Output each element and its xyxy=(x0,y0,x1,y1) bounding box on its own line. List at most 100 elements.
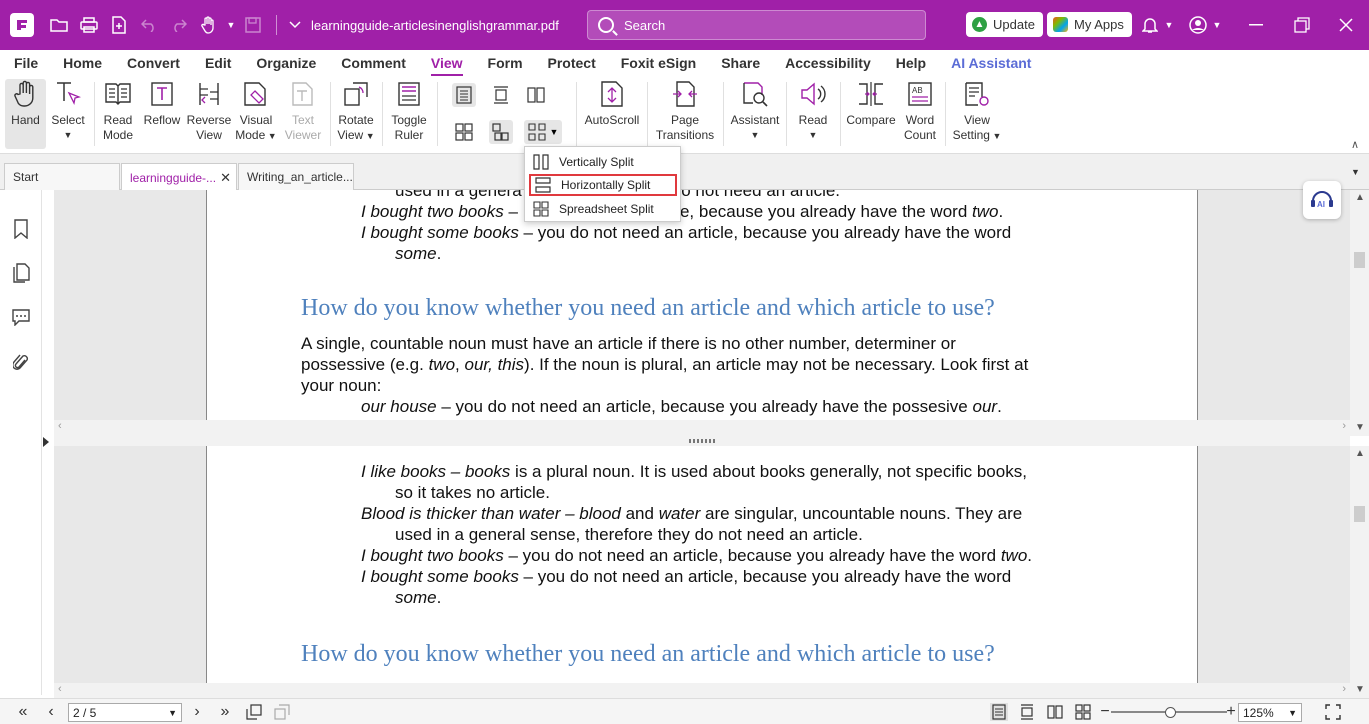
attachment-icon[interactable] xyxy=(11,352,31,374)
redo-icon[interactable] xyxy=(164,10,194,40)
tab-learningguide[interactable]: learningguide-... ✕ xyxy=(121,163,237,191)
select-button[interactable]: Select ▼ xyxy=(49,79,87,149)
previous-page-icon[interactable]: ‹ xyxy=(42,703,60,721)
undo-icon[interactable] xyxy=(134,10,164,40)
last-page-icon[interactable]: » xyxy=(216,703,234,721)
horizontally-split-item[interactable]: Horizontally Split xyxy=(529,174,677,196)
new-document-icon[interactable] xyxy=(104,10,134,40)
scroll-right-icon[interactable]: › xyxy=(1342,683,1346,695)
zoom-slider-thumb[interactable] xyxy=(1165,707,1176,718)
scroll-up-icon[interactable]: ▲ xyxy=(1355,192,1365,203)
search-input[interactable]: Search xyxy=(587,10,926,40)
menu-view[interactable]: View xyxy=(430,55,463,76)
chevron-down-icon[interactable]: ▼ xyxy=(1210,0,1224,50)
reverse-view-button[interactable]: Reverse View xyxy=(187,79,231,149)
rotate-view-button[interactable]: Rotate View ▼ xyxy=(335,79,377,149)
close-icon[interactable] xyxy=(1323,0,1369,50)
text-viewer-button[interactable]: Text Viewer xyxy=(282,79,324,149)
menu-ai-assistant[interactable]: AI Assistant xyxy=(951,55,1031,71)
menu-file[interactable]: File xyxy=(14,55,38,71)
vertical-scrollbar-top[interactable]: ▲ ▼ xyxy=(1350,190,1369,436)
my-apps-button[interactable]: My Apps xyxy=(1047,12,1132,37)
read-aloud-button[interactable]: Read ▼ xyxy=(792,79,834,149)
separate-cover-icon[interactable] xyxy=(489,120,513,144)
vertically-split-item[interactable]: Vertically Split xyxy=(529,151,677,173)
print-icon[interactable] xyxy=(74,10,104,40)
next-page-icon[interactable]: › xyxy=(188,703,206,721)
horizontal-scrollbar-bottom[interactable]: ‹ › xyxy=(54,683,1350,699)
scroll-down-icon[interactable]: ▼ xyxy=(1355,422,1365,433)
document-pane-top[interactable]: used in a genera hey do not need an artic… xyxy=(54,190,1350,420)
restore-icon[interactable] xyxy=(1279,0,1325,50)
scroll-left-icon[interactable]: ‹ xyxy=(58,420,62,432)
word-count-button[interactable]: AB Word Count xyxy=(901,79,939,149)
continuous-view-icon[interactable] xyxy=(1018,703,1036,721)
chevron-down-icon[interactable]: ▼ xyxy=(224,10,238,40)
continuous-facing-view-icon[interactable] xyxy=(1074,703,1092,721)
facing-page-icon[interactable] xyxy=(524,83,548,107)
fullscreen-icon[interactable] xyxy=(1324,703,1342,721)
view-setting-button[interactable]: View Setting ▼ xyxy=(951,79,1003,149)
menu-comment[interactable]: Comment xyxy=(341,55,406,71)
menu-organize[interactable]: Organize xyxy=(256,55,316,71)
scroll-thumb[interactable] xyxy=(1354,506,1365,522)
menu-convert[interactable]: Convert xyxy=(127,55,180,71)
spreadsheet-split-item[interactable]: Spreadsheet Split xyxy=(529,198,677,220)
reflow-button[interactable]: Reflow xyxy=(142,79,182,149)
previous-view-icon[interactable] xyxy=(245,703,263,721)
continuous-page-icon[interactable] xyxy=(489,83,513,107)
read-mode-button[interactable]: Read Mode xyxy=(100,79,136,149)
comments-icon[interactable] xyxy=(11,306,31,328)
menu-form[interactable]: Form xyxy=(488,55,523,71)
expand-panel-icon[interactable] xyxy=(43,437,49,447)
tab-writing-article[interactable]: Writing_an_article... xyxy=(238,163,354,190)
assistant-button[interactable]: Assistant ▼ xyxy=(729,79,781,149)
collapse-ribbon-icon[interactable]: ∧ xyxy=(1351,138,1359,151)
hand-button[interactable]: Hand xyxy=(5,79,46,149)
visual-mode-button[interactable]: Visual Mode ▼ xyxy=(235,79,277,149)
tab-start[interactable]: Start xyxy=(4,163,120,190)
menu-foxit-esign[interactable]: Foxit eSign xyxy=(621,55,696,71)
single-page-view-icon[interactable] xyxy=(990,703,1008,721)
menu-share[interactable]: Share xyxy=(721,55,760,71)
document-pane-bottom[interactable]: I like books – books is a plural noun. I… xyxy=(54,446,1350,683)
update-button[interactable]: ▲ Update xyxy=(966,12,1043,37)
chevron-down-icon[interactable] xyxy=(285,10,305,40)
open-folder-icon[interactable] xyxy=(44,10,74,40)
scroll-thumb[interactable] xyxy=(1354,252,1365,268)
menu-protect[interactable]: Protect xyxy=(548,55,596,71)
chevron-down-icon[interactable]: ▼ xyxy=(1288,708,1297,718)
bookmark-icon[interactable] xyxy=(11,218,31,240)
menu-help[interactable]: Help xyxy=(896,55,926,71)
split-button[interactable]: ▼ xyxy=(524,120,562,144)
split-divider-handle[interactable] xyxy=(54,436,1350,446)
notification-bell-icon[interactable] xyxy=(1135,0,1165,50)
menu-home[interactable]: Home xyxy=(63,55,102,71)
chevron-down-icon[interactable]: ▼ xyxy=(1162,0,1176,50)
user-avatar-icon[interactable] xyxy=(1183,0,1213,50)
horizontal-scrollbar-top[interactable]: ‹ › xyxy=(54,420,1350,436)
scroll-left-icon[interactable]: ‹ xyxy=(58,683,62,695)
close-tab-icon[interactable]: ✕ xyxy=(220,170,231,186)
next-view-icon[interactable] xyxy=(273,703,291,721)
facing-view-icon[interactable] xyxy=(1046,703,1064,721)
page-transitions-button[interactable]: Page Transitions xyxy=(652,79,718,149)
minimize-icon[interactable] xyxy=(1233,0,1279,50)
hand-tool-icon[interactable] xyxy=(194,10,224,40)
save-icon[interactable] xyxy=(238,10,268,40)
single-page-icon[interactable] xyxy=(452,83,476,107)
scroll-right-icon[interactable]: › xyxy=(1342,420,1346,432)
continuous-facing-icon[interactable] xyxy=(452,120,476,144)
scroll-down-icon[interactable]: ▼ xyxy=(1355,684,1365,695)
scroll-up-icon[interactable]: ▲ xyxy=(1355,448,1365,459)
ai-assistant-icon[interactable]: AI xyxy=(1303,181,1341,219)
compare-button[interactable]: Compare xyxy=(845,79,897,149)
chevron-down-icon[interactable]: ▼ xyxy=(168,708,177,718)
tab-list-dropdown-icon[interactable]: ▼ xyxy=(1351,167,1360,177)
first-page-icon[interactable]: « xyxy=(14,703,32,721)
page-number-input[interactable]: 2 / 5 ▼ xyxy=(68,703,182,722)
toggle-ruler-button[interactable]: Toggle Ruler xyxy=(387,79,431,149)
pages-thumbnail-icon[interactable] xyxy=(11,262,31,284)
menu-accessibility[interactable]: Accessibility xyxy=(785,55,871,71)
autoscroll-button[interactable]: AutoScroll xyxy=(582,79,642,149)
